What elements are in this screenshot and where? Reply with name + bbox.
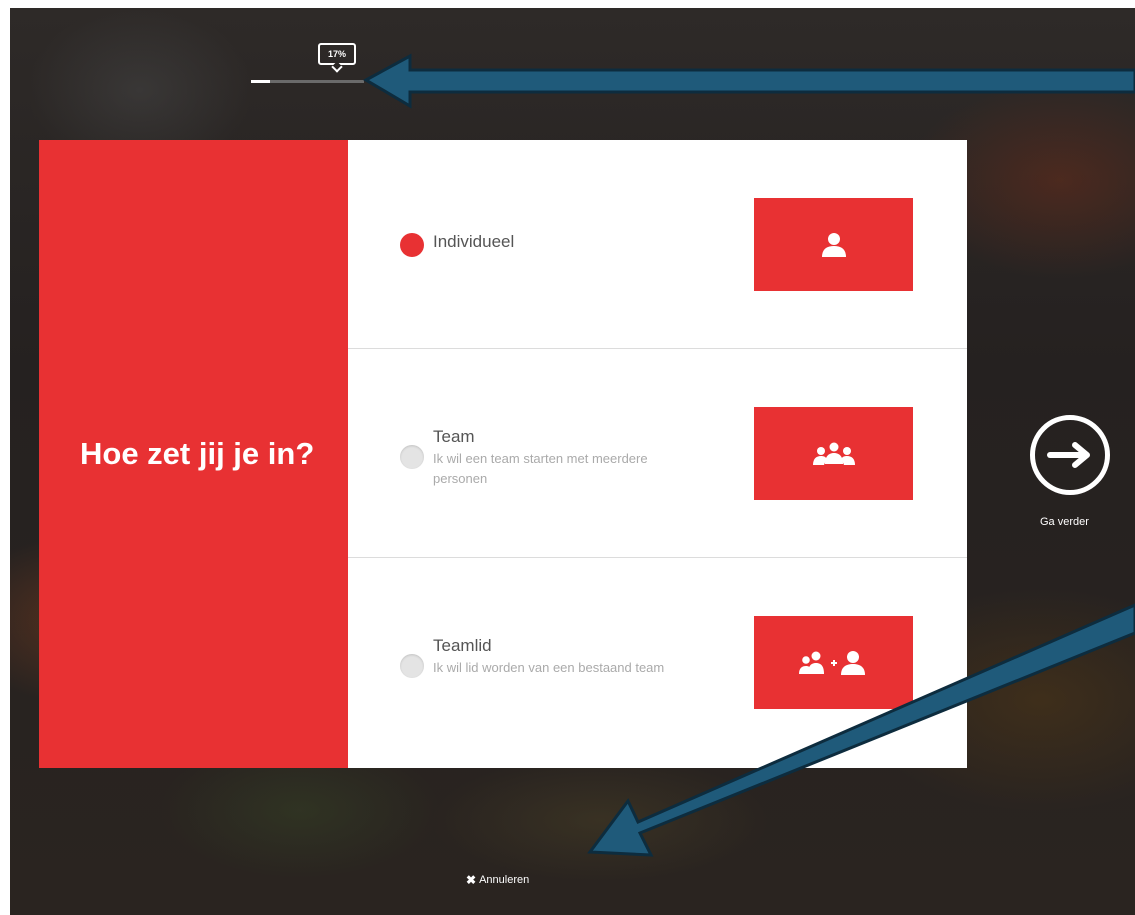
progress-bar-fill (251, 80, 271, 83)
progress-percentage-badge: 17% (318, 43, 356, 65)
question-card: Hoe zet jij je in? Individueel Team Ik w… (39, 140, 967, 768)
question-panel: Hoe zet jij je in? (39, 140, 348, 768)
option-title: Individueel (433, 232, 515, 251)
radio-teamlid[interactable] (400, 654, 424, 678)
group-plus-person-icon (754, 616, 913, 709)
option-description: Ik wil lid worden van een bestaand team (433, 660, 665, 675)
option-team[interactable]: Team Ik wil een team starten met meerder… (348, 349, 967, 558)
arrow-right-icon (1047, 442, 1090, 468)
person-icon (754, 198, 913, 291)
option-description: Ik wil een team starten met meerdere per… (433, 451, 648, 486)
option-title: Teamlid (433, 636, 492, 655)
option-title: Team (433, 427, 475, 446)
progress-bar (251, 80, 364, 83)
frame-border-left (0, 0, 10, 915)
cancel-link[interactable]: ✖ Annuleren (466, 873, 529, 887)
radio-individueel[interactable] (400, 233, 424, 257)
radio-team[interactable] (400, 445, 424, 469)
option-individueel[interactable]: Individueel (348, 140, 967, 349)
group-icon (754, 407, 913, 500)
option-teamlid[interactable]: Teamlid Ik wil lid worden van een bestaa… (348, 558, 967, 767)
question-title: Hoe zet jij je in? (80, 436, 315, 471)
options-list: Individueel Team Ik wil een team starten… (348, 140, 967, 768)
cancel-label: Annuleren (479, 874, 530, 886)
close-icon: ✖ (466, 873, 477, 887)
next-button-label[interactable]: Ga verder (1040, 516, 1110, 528)
next-button[interactable] (1030, 415, 1110, 495)
frame-border-top (0, 0, 1135, 8)
